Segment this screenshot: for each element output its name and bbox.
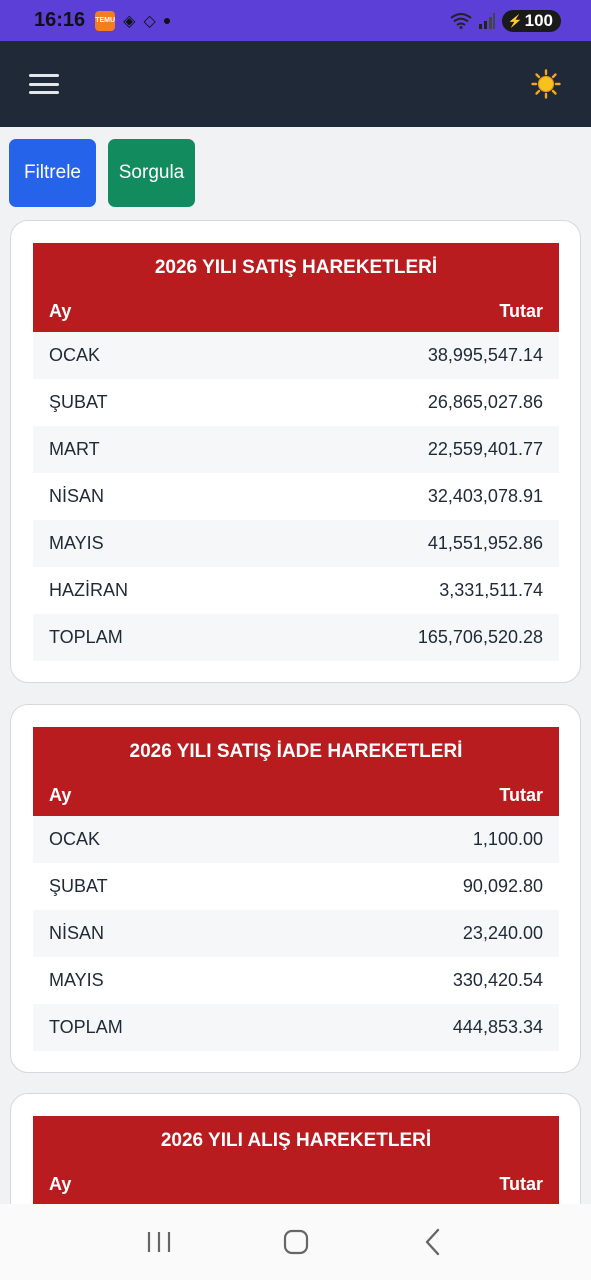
- amount-cell: 330,420.54: [452, 970, 543, 990]
- sales-returns-card: 2026 YILI SATIŞ İADE HAREKETLERİ Ay Tuta…: [10, 704, 581, 1073]
- system-navigation-bar: [0, 1204, 591, 1280]
- amount-cell: 165,706,520.28: [417, 627, 543, 647]
- table-row: NİSAN 23,240.00: [33, 910, 559, 957]
- table-row: MART 22,559,401.77: [33, 426, 559, 473]
- amount-cell: 41,551,952.86: [427, 533, 543, 553]
- status-right: ⚡ 100: [450, 9, 561, 32]
- table-title: 2026 YILI SATIŞ İADE HAREKETLERİ: [33, 727, 559, 774]
- temu-app-icon: TEMU: [95, 10, 116, 31]
- table-row: OCAK 1,100.00: [33, 816, 559, 863]
- navigation-icon: ◇: [143, 12, 156, 30]
- month-cell: NİSAN: [49, 486, 105, 506]
- back-icon: [425, 1228, 439, 1256]
- battery-level: 100: [524, 10, 553, 30]
- column-month: Ay: [49, 784, 72, 805]
- action-buttons: Filtrele Sorgula: [9, 139, 195, 207]
- more-notifications-icon: [163, 17, 170, 24]
- charging-icon: ⚡: [507, 13, 523, 28]
- table-row: MAYIS 41,551,952.86: [33, 520, 559, 567]
- purchases-table: 2026 YILI ALIŞ HAREKETLERİ Ay Tutar: [33, 1116, 559, 1205]
- battery-indicator: ⚡ 100: [501, 9, 561, 32]
- amount-cell: 23,240.00: [462, 923, 543, 943]
- table-row: OCAK 38,995,547.14: [33, 332, 559, 379]
- status-bar: 16:16 TEMU ◈ ◇ ⚡ 100: [0, 0, 591, 41]
- amount-cell: 3,331,511.74: [439, 580, 543, 600]
- table-header: Ay Tutar: [33, 290, 559, 332]
- table-body: OCAK 38,995,547.14 ŞUBAT 26,865,027.86 MAR…: [33, 332, 559, 661]
- amount-cell: 38,995,547.14: [427, 345, 543, 365]
- month-cell: MAYIS: [49, 533, 104, 553]
- table-header: Ay Tutar: [33, 1163, 559, 1205]
- recent-apps-icon: [147, 1232, 170, 1252]
- notification-icons: TEMU ◈ ◇: [95, 10, 170, 31]
- table-row: ŞUBAT 26,865,027.86: [33, 379, 559, 426]
- column-month: Ay: [49, 1173, 72, 1194]
- table-title: 2026 YILI SATIŞ HAREKETLERİ: [33, 243, 559, 290]
- column-amount: Tutar: [499, 300, 543, 321]
- amount-cell: 90,092.80: [462, 876, 543, 896]
- table-row: MAYIS 330,420.54: [33, 957, 559, 1004]
- amount-cell: 1,100.00: [472, 829, 543, 849]
- sun-icon[interactable]: [531, 69, 561, 99]
- month-cell: TOPLAM: [49, 1017, 123, 1037]
- sales-table: 2026 YILI SATIŞ HAREKETLERİ Ay Tutar OCA…: [33, 243, 559, 661]
- status-time: 16:16: [34, 9, 86, 31]
- sync-icon: ◈: [123, 12, 136, 30]
- total-row: TOPLAM 165,706,520.28: [33, 614, 559, 661]
- month-cell: ŞUBAT: [49, 876, 108, 896]
- month-cell: OCAK: [49, 345, 101, 365]
- month-cell: TOPLAM: [49, 627, 123, 647]
- column-month: Ay: [49, 300, 72, 321]
- app-header: [0, 41, 591, 127]
- table-title: 2026 YILI ALIŞ HAREKETLERİ: [33, 1116, 559, 1163]
- table-row: NİSAN 32,403,078.91: [33, 473, 559, 520]
- amount-cell: 444,853.34: [452, 1017, 543, 1037]
- hamburger-icon[interactable]: [29, 74, 59, 94]
- wifi-icon: [450, 12, 472, 29]
- amount-cell: 22,559,401.77: [427, 439, 543, 459]
- month-cell: MART: [49, 439, 100, 459]
- month-cell: NİSAN: [49, 923, 105, 943]
- signal-icon: [478, 12, 495, 29]
- sales-returns-table: 2026 YILI SATIŞ İADE HAREKETLERİ Ay Tuta…: [33, 727, 559, 1051]
- month-cell: MAYIS: [49, 970, 104, 990]
- column-amount: Tutar: [499, 784, 543, 805]
- amount-cell: 26,865,027.86: [427, 392, 543, 412]
- table-row: ŞUBAT 90,092.80: [33, 863, 559, 910]
- month-cell: ŞUBAT: [49, 392, 108, 412]
- column-amount: Tutar: [499, 1173, 543, 1194]
- recent-apps-button[interactable]: [139, 1222, 179, 1262]
- month-cell: HAZİRAN: [49, 580, 129, 600]
- table-body: OCAK 1,100.00 ŞUBAT 90,092.80 NİSAN 23,240.…: [33, 816, 559, 1051]
- sales-card: 2026 YILI SATIŞ HAREKETLERİ Ay Tutar OCA…: [10, 220, 581, 683]
- back-button[interactable]: [413, 1222, 453, 1262]
- home-icon: [283, 1229, 308, 1255]
- table-header: Ay Tutar: [33, 774, 559, 816]
- month-cell: OCAK: [49, 829, 101, 849]
- home-button[interactable]: [276, 1222, 316, 1262]
- filter-button[interactable]: Filtrele: [9, 139, 96, 207]
- query-button[interactable]: Sorgula: [108, 139, 195, 207]
- amount-cell: 32,403,078.91: [427, 486, 543, 506]
- table-row: HAZİRAN 3,331,511.74: [33, 567, 559, 614]
- total-row: TOPLAM 444,853.34: [33, 1004, 559, 1051]
